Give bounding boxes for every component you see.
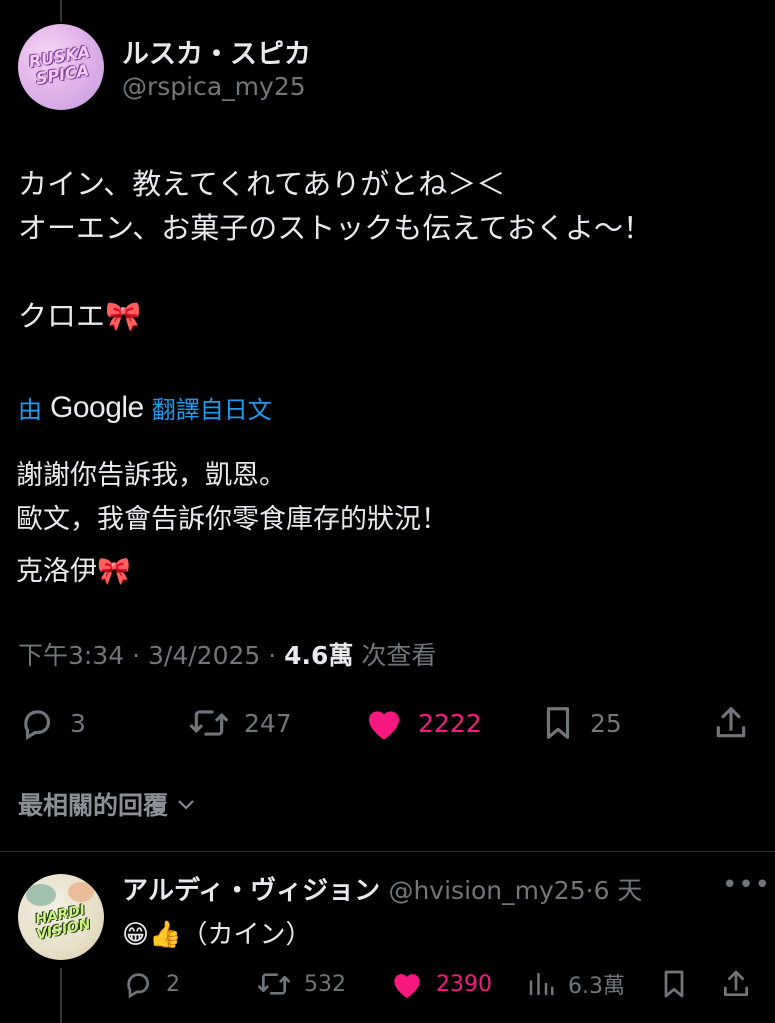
reply-sort-dropdown[interactable]: 最相關的回覆 [18, 786, 198, 822]
reply-retweet-count: 532 [304, 971, 346, 997]
reply-icon [24, 710, 51, 741]
tweet-meta: 下午3:34 · 3/4/2025 · 4.6萬 次查看 [18, 636, 436, 672]
more-options-icon[interactable]: ••• [722, 870, 771, 900]
reply-icon [127, 973, 149, 999]
thread-line [60, 0, 62, 22]
reply-avatar[interactable]: HARDI VISION [18, 874, 104, 960]
heart-filled-icon [369, 711, 399, 740]
translated-line: 謝謝你告訴我，凱恩。 [16, 460, 286, 491]
share-button[interactable] [712, 700, 750, 746]
retweet-button[interactable]: 247 [188, 700, 292, 746]
reply-item[interactable]: HARDI VISION アルディ・ヴィジョン @hvision_my25·6 … [0, 852, 775, 1023]
bookmark-icon [546, 707, 570, 739]
bookmark-icon [664, 970, 684, 998]
reply-view-count: 6.3萬 [568, 974, 625, 999]
translation-prefix: 由 [18, 396, 42, 424]
reply-like-button[interactable]: 2390 [390, 964, 492, 1004]
thread-line [60, 968, 62, 1023]
meta-separator: · [132, 641, 141, 670]
author-display-name[interactable]: ルスカ・スピカ [122, 32, 311, 71]
translated-body: 謝謝你告訴我，凱恩。 歐文，我會告訴你零食庫存的狀況！ 克洛伊🎀 [16, 454, 761, 594]
tweet-author: RUSKA SPICA ルスカ・スピカ @rspica_my25 [18, 24, 758, 114]
share-icon [716, 707, 746, 738]
avatar-decoration [68, 882, 94, 902]
retweet-count: 247 [244, 708, 292, 738]
reply-header: アルディ・ヴィジョン @hvision_my25·6 天 [122, 870, 642, 907]
share-icon [724, 970, 748, 996]
tweet-signoff: クロエ🎀 [18, 299, 142, 333]
reply-views-button[interactable]: 6.3萬 [526, 964, 625, 1004]
tweet-text-line: カイン、教えてくれてありがとね＞＜ [18, 167, 506, 201]
tweet-date[interactable]: 3/4/2025 [148, 641, 260, 670]
author-handle[interactable]: @rspica_my25 [122, 72, 306, 101]
tweet-text-line: オーエン、お菓子のストックも伝えておくよ～！ [18, 211, 652, 245]
reply-bookmark-button[interactable] [660, 964, 688, 1004]
like-count: 2222 [418, 708, 482, 738]
reply-text: 😁👍（カイン） [122, 920, 312, 950]
retweet-icon [189, 710, 228, 736]
reply-handle[interactable]: @hvision_my25 [388, 876, 585, 905]
reply-retweet-button[interactable]: 532 [256, 964, 346, 1004]
reply-reply-count: 2 [166, 971, 180, 997]
reply-button[interactable]: 3 [18, 700, 86, 746]
avatar-decoration [26, 884, 56, 906]
reply-time[interactable]: 6 天 [594, 876, 643, 905]
reply-like-count: 2390 [436, 971, 492, 997]
meta-separator: · [585, 876, 594, 905]
avatar-logo: HARDI VISION [34, 902, 93, 944]
reply-reply-button[interactable]: 2 [122, 964, 180, 1004]
heart-filled-icon [394, 974, 420, 999]
like-button[interactable]: 2222 [364, 700, 482, 746]
tweet-actions: 3 247 2222 25 [18, 700, 758, 746]
reply-share-button[interactable] [720, 964, 752, 1004]
sort-label: 最相關的回覆 [18, 791, 169, 820]
author-avatar[interactable]: RUSKA SPICA [18, 24, 104, 110]
retweet-icon [258, 973, 290, 995]
tweet-time[interactable]: 下午3:34 [18, 641, 124, 670]
translated-signoff: 克洛伊🎀 [16, 556, 131, 587]
view-count[interactable]: 4.6萬 [284, 641, 353, 670]
reply-display-name[interactable]: アルディ・ヴィジョン [122, 876, 380, 906]
analytics-icon [529, 972, 554, 996]
reply-actions: 2 532 2390 6.3萬 [122, 964, 762, 1004]
translation-source[interactable]: 翻譯自日文 [152, 390, 272, 425]
google-logo: Google [50, 390, 144, 424]
bookmark-button[interactable]: 25 [540, 700, 622, 746]
view-label: 次查看 [361, 641, 437, 670]
translation-attribution[interactable]: 由 Google 翻譯自日文 [18, 390, 272, 425]
meta-separator: · [268, 641, 277, 670]
bookmark-count: 25 [590, 708, 622, 738]
translated-line: 歐文，我會告訴你零食庫存的狀況！ [16, 504, 448, 535]
tweet-body: カイン、教えてくれてありがとね＞＜ オーエン、お菓子のストックも伝えておくよ～！… [18, 162, 763, 338]
reply-count: 3 [70, 708, 86, 738]
avatar-logo: RUSKA SPICA [27, 41, 92, 89]
chevron-down-icon [178, 800, 194, 810]
